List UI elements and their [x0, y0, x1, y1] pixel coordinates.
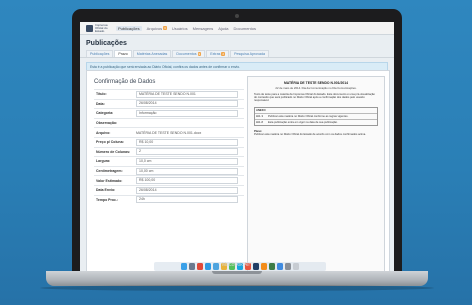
field-label: Preço p/ Coluna:	[96, 140, 124, 145]
field-row: Data: 26/08/2014	[94, 98, 244, 109]
tab-pesquisa-aprovada[interactable]: Pesquisa Aprovada	[230, 50, 270, 57]
nav-label: Documentos	[233, 25, 256, 31]
nav-label: Usuários	[171, 25, 188, 31]
camera	[235, 14, 239, 18]
annex-row: Art. 2 Esta publicação entra em vigor na …	[255, 118, 377, 125]
page-title: Publicações	[86, 40, 127, 47]
field-label: Observação:	[96, 121, 118, 126]
field-value[interactable]: Informação	[136, 109, 238, 117]
tab-prazo[interactable]: Prazo	[114, 50, 132, 57]
field-label: Valor Estimado:	[96, 178, 123, 183]
nav-item-mensagens[interactable]: Mensagens	[193, 26, 214, 31]
field-value[interactable]: 10,0 cm	[136, 157, 238, 165]
nav-label: Arquivos	[146, 25, 163, 31]
field-row: Largura: 10,0 cm	[94, 156, 244, 166]
nav-label: Ajuda	[218, 25, 229, 31]
nav-item-documentos[interactable]: Documentos	[234, 26, 256, 31]
tab-badge: 2	[221, 52, 226, 56]
field-label: Largura:	[96, 159, 111, 164]
field-label: Arquivo:	[96, 130, 111, 135]
document-subheading: 22 de maio de 2014. Dia da Comunicação n…	[275, 86, 357, 90]
field-label: Título:	[96, 92, 107, 97]
annex-key: Art. 1	[256, 114, 263, 118]
laptop-notch	[212, 271, 262, 274]
field-label: Categoria:	[96, 111, 114, 116]
screen: Imprensa Oficial do Estado Publicações A…	[80, 22, 394, 271]
tab-label: Matérias Anexadas	[136, 52, 168, 56]
field-value[interactable]: MATÉRIA DE TESTE SENDO N.001	[136, 90, 238, 98]
field-value[interactable]: 26/08/2014	[136, 100, 238, 108]
field-value[interactable]: 10,00 cm	[136, 167, 238, 175]
field-value: MATÉRIA DE TESTE SENDO N.001.docx	[136, 130, 202, 135]
tab-documentos[interactable]: Documentos 3	[172, 50, 206, 57]
field-row: Título: MATÉRIA DE TESTE SENDO N.001	[94, 89, 244, 99]
nav-item-publicacoes[interactable]: Publicações	[116, 25, 142, 31]
content-panel: Confirmação de Dados Título: MATÉRIA DE T…	[86, 70, 390, 271]
field-list: Título: MATÉRIA DE TESTE SENDO N.001 Data:…	[94, 89, 244, 204]
field-row: Centímetragem: 10,00 cm	[94, 165, 244, 176]
top-navigation: Imprensa Oficial do Estado Publicações A…	[80, 22, 394, 35]
tab-label: Publicações	[90, 52, 110, 56]
document-footer-text: Publicar esta matéria no Diário Oficial …	[254, 132, 367, 136]
document-preview: MATÉRIA DE TESTE SENDO N.001/2014 22 de …	[247, 76, 385, 271]
field-value[interactable]: R$ 10,00	[136, 138, 238, 146]
logo-icon	[86, 24, 93, 32]
annex-key: Art. 2	[256, 120, 263, 124]
tab-label: Pesquisa Aprovada	[234, 52, 266, 56]
tab-materias-anexadas[interactable]: Matérias Anexadas	[132, 50, 172, 57]
field-value[interactable]: 2	[136, 148, 238, 156]
field-row: Data Envio: 26/08/2014	[94, 184, 244, 195]
document-body: Texto de teste para a matéria da Imprens…	[254, 93, 375, 103]
field-row: Arquivo: MATÉRIA DE TESTE SENDO N.001.doc…	[94, 127, 244, 137]
field-row: Observação:	[94, 117, 244, 128]
field-label: Centímetragem:	[96, 169, 123, 174]
tab-badge: 3	[197, 52, 202, 56]
tab-publicacoes[interactable]: Publicações	[86, 50, 114, 57]
field-row: Categoria: Informação	[94, 108, 244, 118]
field-row: Tempo Proc.: 24h	[94, 194, 244, 205]
field-label: Número de Colunas:	[96, 149, 131, 154]
field-row: Número de Colunas: 2	[94, 146, 244, 157]
section-title: Confirmação de Dados	[94, 79, 156, 85]
annex-value: Esta publicação entra em vigor na data d…	[268, 120, 338, 124]
annex-value: Publicar esta matéria no Diário Oficial …	[268, 114, 349, 118]
field-value[interactable]: 24h	[136, 196, 238, 204]
field-value[interactable]: R$ 100,00	[136, 177, 238, 185]
laptop-bezel: Imprensa Oficial do Estado Publicações A…	[72, 9, 402, 271]
field-label: Data:	[96, 101, 105, 106]
tab-label: Extras	[210, 52, 221, 56]
field-row: Valor Estimado: R$ 100,00	[94, 175, 244, 185]
document-heading: MATÉRIA DE TESTE SENDO N.001/2014	[283, 81, 349, 85]
nav-label: Publicações	[118, 25, 140, 31]
field-value[interactable]: 26/08/2014	[136, 186, 238, 194]
nav-label: Mensagens	[192, 25, 214, 31]
nav-item-arquivos[interactable]: Arquivos 3	[147, 26, 167, 31]
confirmation-form: Confirmação de Dados Título: MATÉRIA DE T…	[94, 79, 244, 204]
field-label: Tempo Proc.:	[96, 197, 119, 202]
tab-label: Prazo	[118, 52, 128, 56]
tab-extras[interactable]: Extras 2	[206, 50, 230, 57]
app-logo[interactable]: Imprensa Oficial do Estado	[86, 22, 111, 33]
field-label: Data Envio:	[96, 188, 116, 193]
tab-label: Documentos	[176, 52, 197, 56]
nav-item-usuarios[interactable]: Usuários	[172, 26, 188, 31]
nav-item-ajuda[interactable]: Ajuda	[218, 26, 228, 31]
device-brand-label: MacBook Air	[221, 262, 251, 268]
annex-table: ANEXO Art. 1 Publicar esta matéria no Diá…	[254, 106, 378, 126]
laptop-shadow	[40, 285, 434, 291]
tab-bar: Publicações Prazo Matérias Anexadas Docu…	[80, 49, 394, 58]
nav-badge: 3	[163, 26, 167, 30]
field-row: Preço p/ Coluna: R$ 10,00	[94, 136, 244, 147]
logo-text: Imprensa Oficial do Estado	[95, 22, 108, 33]
